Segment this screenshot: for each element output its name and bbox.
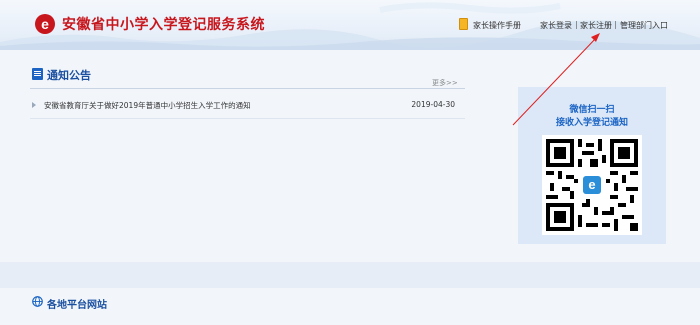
qr-title: 微信扫一扫 [569, 105, 615, 115]
notice-divider [30, 88, 465, 89]
more-link[interactable]: 更多>> [432, 78, 458, 88]
bullet-arrow-icon [32, 102, 36, 108]
section-divider-band [0, 262, 700, 288]
notice-title: 通知公告 [47, 69, 91, 82]
platform-title: 各地平台网站 [47, 300, 107, 311]
header-separator: | [614, 20, 617, 29]
qr-subtitle: 接收入学登记通知 [555, 118, 628, 128]
wechat-qr-code: e [542, 135, 642, 235]
news-date: 2019-04-30 [411, 100, 455, 109]
qr-center-logo-icon: e [581, 174, 603, 196]
notice-icon [32, 68, 43, 80]
globe-icon [32, 296, 43, 307]
login-link[interactable]: 家长登录 [540, 20, 572, 31]
svg-text:e: e [41, 16, 49, 32]
register-link[interactable]: 家长注册 [580, 20, 612, 31]
news-divider [30, 118, 465, 119]
manual-book-icon [459, 18, 468, 30]
manual-link[interactable]: 家长操作手册 [473, 20, 521, 31]
news-item[interactable]: 安徽省教育厅关于做好2019年普通中小学招生入学工作的通知 2019-04-30 [30, 98, 465, 116]
site-logo-icon: e [35, 14, 55, 34]
header-separator: | [575, 20, 578, 29]
news-title[interactable]: 安徽省教育厅关于做好2019年普通中小学招生入学工作的通知 [44, 100, 251, 111]
site-title: 安徽省中小学入学登记服务系统 [62, 17, 265, 33]
qr-e-logo-icon: e [583, 176, 601, 194]
admin-entry-link[interactable]: 管理部门入口 [620, 20, 668, 31]
qr-panel: 微信扫一扫 接收入学登记通知 e [518, 87, 666, 244]
